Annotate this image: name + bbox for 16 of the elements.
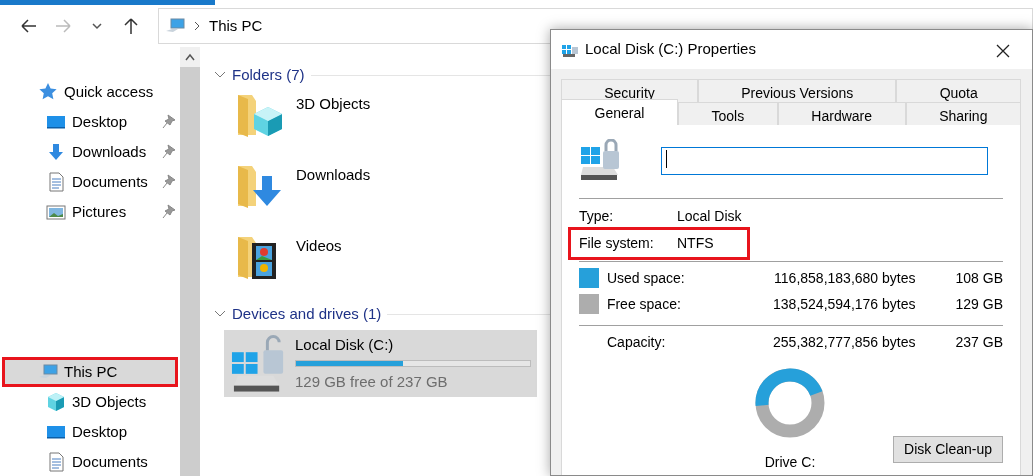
drive-name: Local Disk (C:) xyxy=(295,335,395,355)
space-bytes: 116,858,183,680 bytes xyxy=(773,268,916,288)
drive-label: Drive C: xyxy=(764,452,816,472)
property-label: Type: xyxy=(579,206,615,226)
space-label: Used space: xyxy=(606,268,686,288)
property-label: File system: xyxy=(579,233,655,253)
property-value: Local Disk xyxy=(677,206,742,226)
capacity-bytes: 255,382,777,856 bytes xyxy=(772,333,916,352)
space-label: Free space: xyxy=(606,294,682,314)
capacity-size: 237 GB xyxy=(955,333,1003,352)
drive-caption: 129 GB free of 237 GB xyxy=(295,371,449,392)
space-size: 129 GB xyxy=(955,294,1003,314)
capacity-label: Capacity: xyxy=(607,333,667,352)
property-value: NTFS xyxy=(677,233,714,253)
space-bytes: 138,524,594,176 bytes xyxy=(772,294,916,314)
space-size: 108 GB xyxy=(955,268,1003,288)
